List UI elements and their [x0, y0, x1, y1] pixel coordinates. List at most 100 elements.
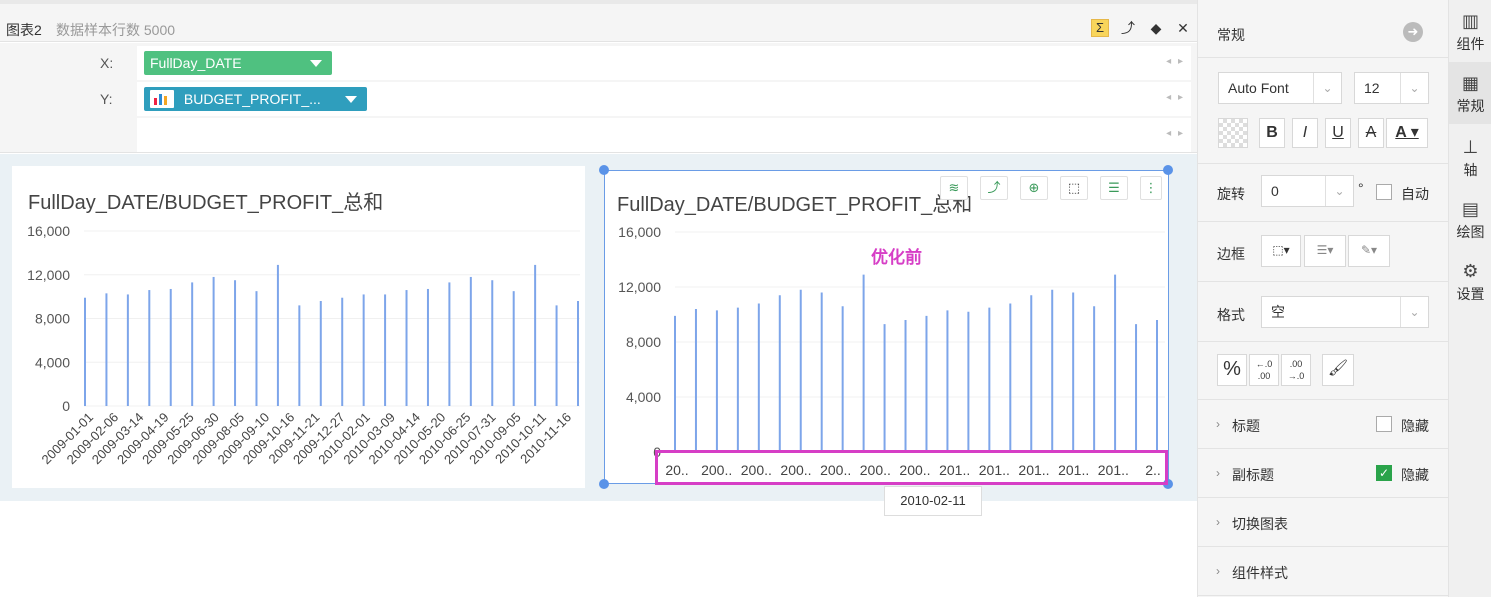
tab-general[interactable]: ▦ 常规: [1449, 62, 1491, 124]
select-icon[interactable]: ⬚: [1060, 176, 1088, 200]
annotation-text: 优化前: [871, 248, 922, 267]
y-field-pill[interactable]: BUDGET_PROFIT_...: [144, 87, 367, 111]
section-title: 常规: [1217, 27, 1245, 43]
decrease-decimal-icon[interactable]: ←.0.00: [1249, 354, 1279, 386]
component-style-row[interactable]: › 组件样式: [1198, 547, 1449, 596]
grid-icon: ▦: [1461, 73, 1479, 93]
font-color-icon[interactable]: A ▾: [1386, 118, 1428, 148]
bold-button[interactable]: B: [1259, 118, 1285, 148]
format-section: 格式 空 ⌄: [1198, 282, 1449, 342]
zoom-icon[interactable]: ⊕: [1020, 176, 1048, 200]
bar: [736, 307, 739, 452]
rotate-input[interactable]: 0 ⌄: [1261, 175, 1354, 207]
scroll-arrows-icon[interactable]: ◂ ▸: [1166, 56, 1185, 67]
resize-handle[interactable]: [1163, 165, 1173, 175]
paint-format-icon[interactable]: 🖌: [1322, 354, 1354, 386]
chart-left[interactable]: FullDay_DATE/BUDGET_PROFIT_总和 16,000 12,0…: [12, 166, 585, 488]
tab-axis[interactable]: ⊥ 轴: [1449, 126, 1491, 188]
italic-button[interactable]: I: [1292, 118, 1318, 148]
tooltip: 2010-02-11: [884, 486, 982, 516]
y-tick-label: 8,000: [35, 311, 70, 327]
format-select[interactable]: 空 ⌄: [1261, 296, 1429, 328]
bar: [1072, 292, 1075, 452]
chevron-down-icon[interactable]: ⌄: [1313, 73, 1341, 103]
bar: [946, 310, 949, 452]
eraser-icon[interactable]: ◆: [1147, 19, 1165, 37]
border-line-icon[interactable]: ☰▾: [1304, 235, 1346, 267]
increase-decimal-icon[interactable]: .00 →.0: [1281, 354, 1311, 386]
bar: [674, 315, 676, 452]
row-label: 标题: [1232, 418, 1260, 434]
extra-binding-row[interactable]: ◂ ▸: [137, 118, 1191, 152]
font-section: Auto Font ⌄ 12 ⌄ B I U A A ▾: [1198, 58, 1449, 164]
bar: [1009, 303, 1012, 452]
row-label: 副标题: [1232, 467, 1274, 483]
y-binding-row[interactable]: BUDGET_PROFIT_... ◂ ▸: [137, 82, 1191, 116]
font-select[interactable]: Auto Font ⌄: [1218, 72, 1342, 104]
chevron-down-icon[interactable]: [310, 60, 322, 67]
bar-chart-icon: ▥: [1461, 11, 1479, 31]
tab-settings[interactable]: ⚙ 设置: [1449, 250, 1491, 312]
border-color-icon[interactable]: ✎▾: [1348, 235, 1390, 267]
scroll-arrows-icon[interactable]: ◂ ▸: [1166, 92, 1185, 103]
strikethrough-button[interactable]: A: [1358, 118, 1384, 148]
arrow-right-icon[interactable]: ➜: [1403, 22, 1423, 42]
hide-label: 隐藏: [1401, 418, 1429, 434]
property-panel: 常规 ➜ Auto Font ⌄ 12 ⌄ B I U A A ▾ 旋转 0 ⌄…: [1197, 0, 1449, 597]
row-label: 组件样式: [1232, 565, 1288, 581]
subtitle-row[interactable]: › 副标题 ✓ 隐藏: [1198, 449, 1449, 498]
bar: [448, 282, 451, 406]
number-format-section: % ←.0.00 .00 →.0 🖌: [1198, 342, 1449, 400]
database-icon[interactable]: ≋: [940, 176, 968, 200]
rotate-value: 0: [1271, 183, 1279, 199]
bar: [925, 315, 928, 452]
chevron-down-icon[interactable]: [345, 96, 357, 103]
chevron-right-icon: ›: [1216, 515, 1220, 529]
chevron-down-icon[interactable]: ⌄: [1400, 73, 1428, 103]
font-size: 12: [1364, 80, 1380, 96]
more-icon[interactable]: ⋮: [1140, 176, 1162, 200]
sum-icon[interactable]: Σ: [1091, 19, 1109, 37]
scroll-arrows-icon[interactable]: ◂ ▸: [1166, 128, 1185, 139]
close-icon[interactable]: ✕: [1174, 19, 1192, 37]
background-color-icon[interactable]: [1218, 118, 1248, 148]
x-binding-row[interactable]: FullDay_DATE ◂ ▸: [137, 46, 1191, 80]
bar: [799, 289, 802, 452]
y-tick-label: 16,000: [618, 224, 661, 240]
swap-axes-icon[interactable]: ⤴: [1119, 19, 1137, 37]
highlight-box: [655, 450, 1168, 485]
bar: [384, 294, 387, 406]
tab-label: 轴: [1463, 162, 1478, 178]
x-field-pill[interactable]: FullDay_DATE: [144, 51, 332, 75]
swap-icon[interactable]: ⤴: [980, 176, 1008, 200]
title-row[interactable]: › 标题 隐藏: [1198, 400, 1449, 449]
chevron-down-icon[interactable]: ⌄: [1400, 297, 1428, 327]
gear-icon: ⚙: [1462, 261, 1479, 281]
border-style-icon[interactable]: ⬚▾: [1261, 235, 1301, 267]
list-icon[interactable]: ☰: [1100, 176, 1128, 200]
y-tick-label: 16,000: [27, 223, 70, 239]
hide-title-checkbox[interactable]: [1376, 416, 1392, 432]
underline-button[interactable]: U: [1325, 118, 1351, 148]
side-tabs: ▥ 组件 ▦ 常规 ⊥ 轴 ▤ 绘图 ⚙ 设置: [1448, 0, 1491, 597]
auto-checkbox[interactable]: [1376, 184, 1392, 200]
chevron-down-icon[interactable]: ⌄: [1325, 176, 1353, 206]
bar: [105, 293, 108, 406]
font-size-select[interactable]: 12 ⌄: [1354, 72, 1429, 104]
draw-icon: ▤: [1461, 199, 1479, 219]
axis-icon: ⊥: [1462, 137, 1479, 157]
bar: [1051, 289, 1054, 452]
chart-right-selected[interactable]: FullDay_DATE/BUDGET_PROFIT_总和 16,000 12,0…: [604, 170, 1169, 484]
tab-label: 设置: [1456, 286, 1485, 302]
percent-button[interactable]: %: [1217, 354, 1247, 386]
rotate-label: 旋转: [1217, 186, 1245, 202]
bar: [212, 276, 215, 406]
hide-subtitle-checkbox[interactable]: ✓: [1376, 465, 1392, 481]
tab-draw[interactable]: ▤ 绘图: [1449, 188, 1491, 250]
bar: [276, 264, 279, 406]
resize-handle[interactable]: [599, 165, 609, 175]
rotate-section: 旋转 0 ⌄ ° 自动: [1198, 164, 1449, 222]
switch-chart-row[interactable]: › 切换图表: [1198, 498, 1449, 547]
tab-component[interactable]: ▥ 组件: [1449, 0, 1491, 62]
resize-handle[interactable]: [599, 479, 609, 489]
